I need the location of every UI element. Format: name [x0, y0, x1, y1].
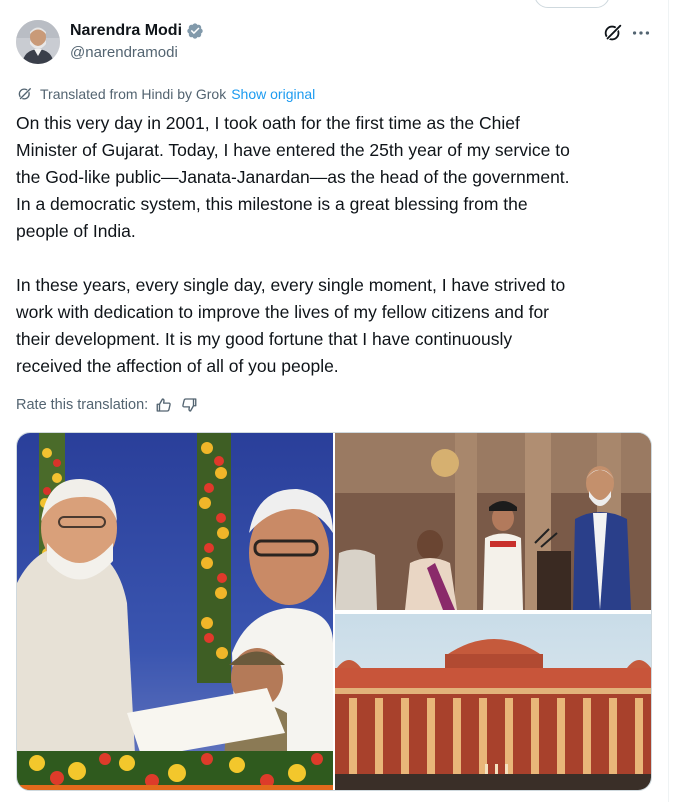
photo-oath-ceremony[interactable]	[335, 433, 651, 610]
author-name[interactable]: Narendra Modi	[70, 22, 182, 40]
column-divider	[668, 0, 669, 802]
thumbs-up-icon[interactable]	[155, 396, 173, 414]
more-icon[interactable]	[630, 22, 652, 44]
grok-icon[interactable]	[602, 22, 624, 44]
photo-rashtrapati-bhavan[interactable]	[335, 614, 651, 790]
verified-badge-icon	[186, 22, 204, 40]
author-handle[interactable]: @narendramodi	[70, 44, 178, 61]
translation-label: Translated from Hindi by Grok	[40, 86, 227, 102]
tweet-paragraph-2: In these years, every single day, every …	[16, 275, 566, 376]
tweet-paragraph-1: On this very day in 2001, I took oath fo…	[16, 113, 570, 241]
author-name-row[interactable]: Narendra Modi	[70, 20, 204, 42]
rate-translation: Rate this translation:	[16, 396, 198, 414]
tweet-text: On this very day in 2001, I took oath fo…	[16, 110, 656, 380]
show-original-link[interactable]: Show original	[231, 86, 315, 102]
translation-notice: Translated from Hindi by Grok Show origi…	[16, 85, 315, 103]
tweet-detail: Narendra Modi @narendramodi Translated f…	[0, 0, 696, 802]
avatar[interactable]	[16, 20, 60, 64]
thumbs-down-icon[interactable]	[180, 396, 198, 414]
translate-icon	[16, 85, 34, 103]
media-grid	[16, 432, 652, 791]
top-pill-button[interactable]	[534, 0, 610, 8]
rate-translation-label: Rate this translation:	[16, 397, 149, 413]
photo-oath-2001[interactable]	[17, 433, 333, 790]
